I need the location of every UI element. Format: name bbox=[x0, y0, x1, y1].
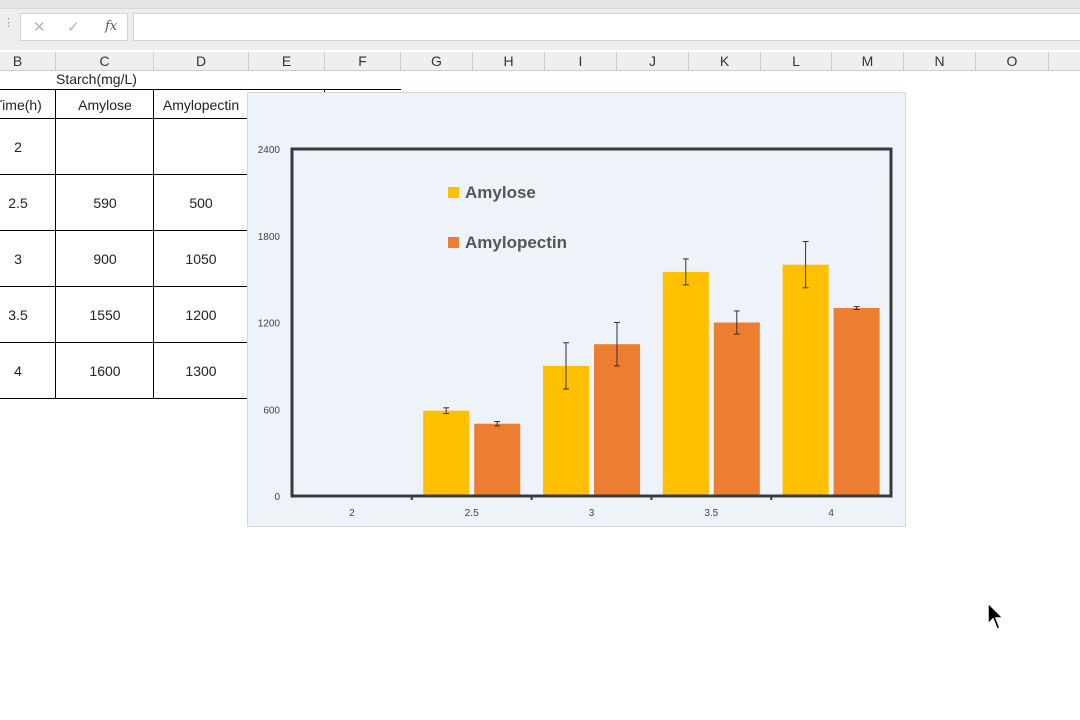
legend-swatch-amylopectin bbox=[448, 237, 459, 248]
bar-amylopectin-3 bbox=[594, 344, 640, 496]
column-header-g[interactable]: G bbox=[401, 52, 473, 70]
cell-amylose-row1[interactable] bbox=[56, 119, 154, 175]
cell-amylopectin-row1[interactable] bbox=[154, 119, 248, 175]
formula-bar-grip-icon[interactable]: ⋮ bbox=[3, 18, 14, 34]
cell-time-row1[interactable]: 2 bbox=[0, 119, 56, 175]
table-border bbox=[55, 89, 56, 399]
bar-chart[interactable]: 2400 1800 1200 600 0 2 2.5 3 3.5 4 Amylose Amylopec… bbox=[247, 92, 906, 527]
insert-function-icon[interactable]: fx bbox=[105, 19, 117, 34]
chart-canvas: 2400 1800 1200 600 0 2 2.5 3 3.5 4 Amylose Amylopec… bbox=[258, 145, 893, 519]
column-header-j[interactable]: J bbox=[617, 52, 689, 70]
column-header-n[interactable]: N bbox=[904, 52, 976, 70]
legend-swatch-amylose bbox=[448, 187, 459, 198]
table-border-bottom bbox=[0, 398, 248, 399]
column-header-m[interactable]: M bbox=[832, 52, 904, 70]
bar-amylopectin-4 bbox=[833, 308, 880, 496]
formula-controls: ✕ ✓ fx bbox=[20, 13, 128, 41]
y-tick-label: 2400 bbox=[258, 145, 281, 156]
enter-icon[interactable]: ✓ bbox=[67, 18, 80, 36]
table-border bbox=[0, 286, 248, 287]
bar-amylopectin-2.5 bbox=[474, 423, 521, 496]
header-cell-amylose[interactable]: Amylose bbox=[56, 90, 154, 119]
table-border bbox=[153, 89, 154, 399]
column-header-e[interactable]: E bbox=[249, 52, 325, 70]
ribbon-edge bbox=[0, 0, 1080, 9]
bar-amylose-3.5 bbox=[662, 271, 709, 496]
bar-amylose-2.5 bbox=[423, 410, 470, 496]
x-tick-label: 2 bbox=[349, 508, 355, 519]
legend-label-amylose: Amylose bbox=[465, 183, 536, 202]
header-cell-time[interactable]: Time(h) bbox=[0, 90, 56, 119]
column-header-d[interactable]: D bbox=[154, 52, 249, 70]
column-header-i[interactable]: I bbox=[545, 52, 617, 70]
cell-time-row2[interactable]: 2.5 bbox=[0, 175, 56, 231]
column-header-h[interactable]: H bbox=[473, 52, 545, 70]
column-header-l[interactable]: L bbox=[761, 52, 832, 70]
x-tick-label: 2.5 bbox=[465, 508, 479, 519]
cancel-icon[interactable]: ✕ bbox=[33, 18, 46, 36]
cell-time-row4[interactable]: 3.5 bbox=[0, 287, 56, 343]
y-tick-label: 1800 bbox=[258, 232, 281, 243]
table-border-top bbox=[0, 89, 401, 90]
y-tick-label: 600 bbox=[263, 405, 280, 416]
cell-amylose-row3[interactable]: 900 bbox=[56, 231, 154, 287]
group-header-label: Starch(mg/L) bbox=[56, 71, 137, 87]
x-tick-label: 3 bbox=[589, 508, 595, 519]
mouse-pointer-icon bbox=[987, 602, 1005, 630]
y-tick-label: 1200 bbox=[258, 319, 281, 330]
cell-amylopectin-row2[interactable]: 500 bbox=[154, 175, 248, 231]
cell-amylopectin-row4[interactable]: 1200 bbox=[154, 287, 248, 343]
bar-amylopectin-3.5 bbox=[713, 322, 760, 496]
table-border bbox=[0, 118, 248, 119]
bar-amylose-4 bbox=[782, 264, 829, 496]
cell-time-row3[interactable]: 3 bbox=[0, 231, 56, 287]
cell-amylose-row5[interactable]: 1600 bbox=[56, 343, 154, 399]
column-header-o[interactable]: O bbox=[976, 52, 1049, 70]
cell-amylose-row2[interactable]: 590 bbox=[56, 175, 154, 231]
formula-input[interactable] bbox=[133, 13, 1080, 41]
group-header-cell[interactable]: Starch(mg/L) bbox=[56, 70, 154, 88]
column-header-f[interactable]: F bbox=[325, 52, 401, 70]
x-tick-label: 3.5 bbox=[704, 508, 718, 519]
table-border bbox=[0, 342, 248, 343]
column-header-c[interactable]: C bbox=[56, 52, 154, 70]
column-header-b[interactable]: B bbox=[0, 52, 56, 70]
cell-time-row5[interactable]: 4 bbox=[0, 343, 56, 399]
cell-amylopectin-row5[interactable]: 1300 bbox=[154, 343, 248, 399]
header-cell-amylopectin[interactable]: Amylopectin bbox=[154, 90, 248, 119]
cell-amylose-row4[interactable]: 1550 bbox=[56, 287, 154, 343]
table-border bbox=[0, 230, 248, 231]
formula-bar: ⋮ ✕ ✓ fx bbox=[0, 0, 1080, 50]
table-border bbox=[0, 174, 248, 175]
y-tick-label: 0 bbox=[274, 492, 280, 503]
cell-amylopectin-row3[interactable]: 1050 bbox=[154, 231, 248, 287]
legend-label-amylopectin: Amylopectin bbox=[465, 233, 567, 252]
x-tick-label: 4 bbox=[828, 508, 834, 519]
column-header-k[interactable]: K bbox=[689, 52, 761, 70]
column-headers: B C D E F G H I J K L M N O bbox=[0, 52, 1080, 71]
